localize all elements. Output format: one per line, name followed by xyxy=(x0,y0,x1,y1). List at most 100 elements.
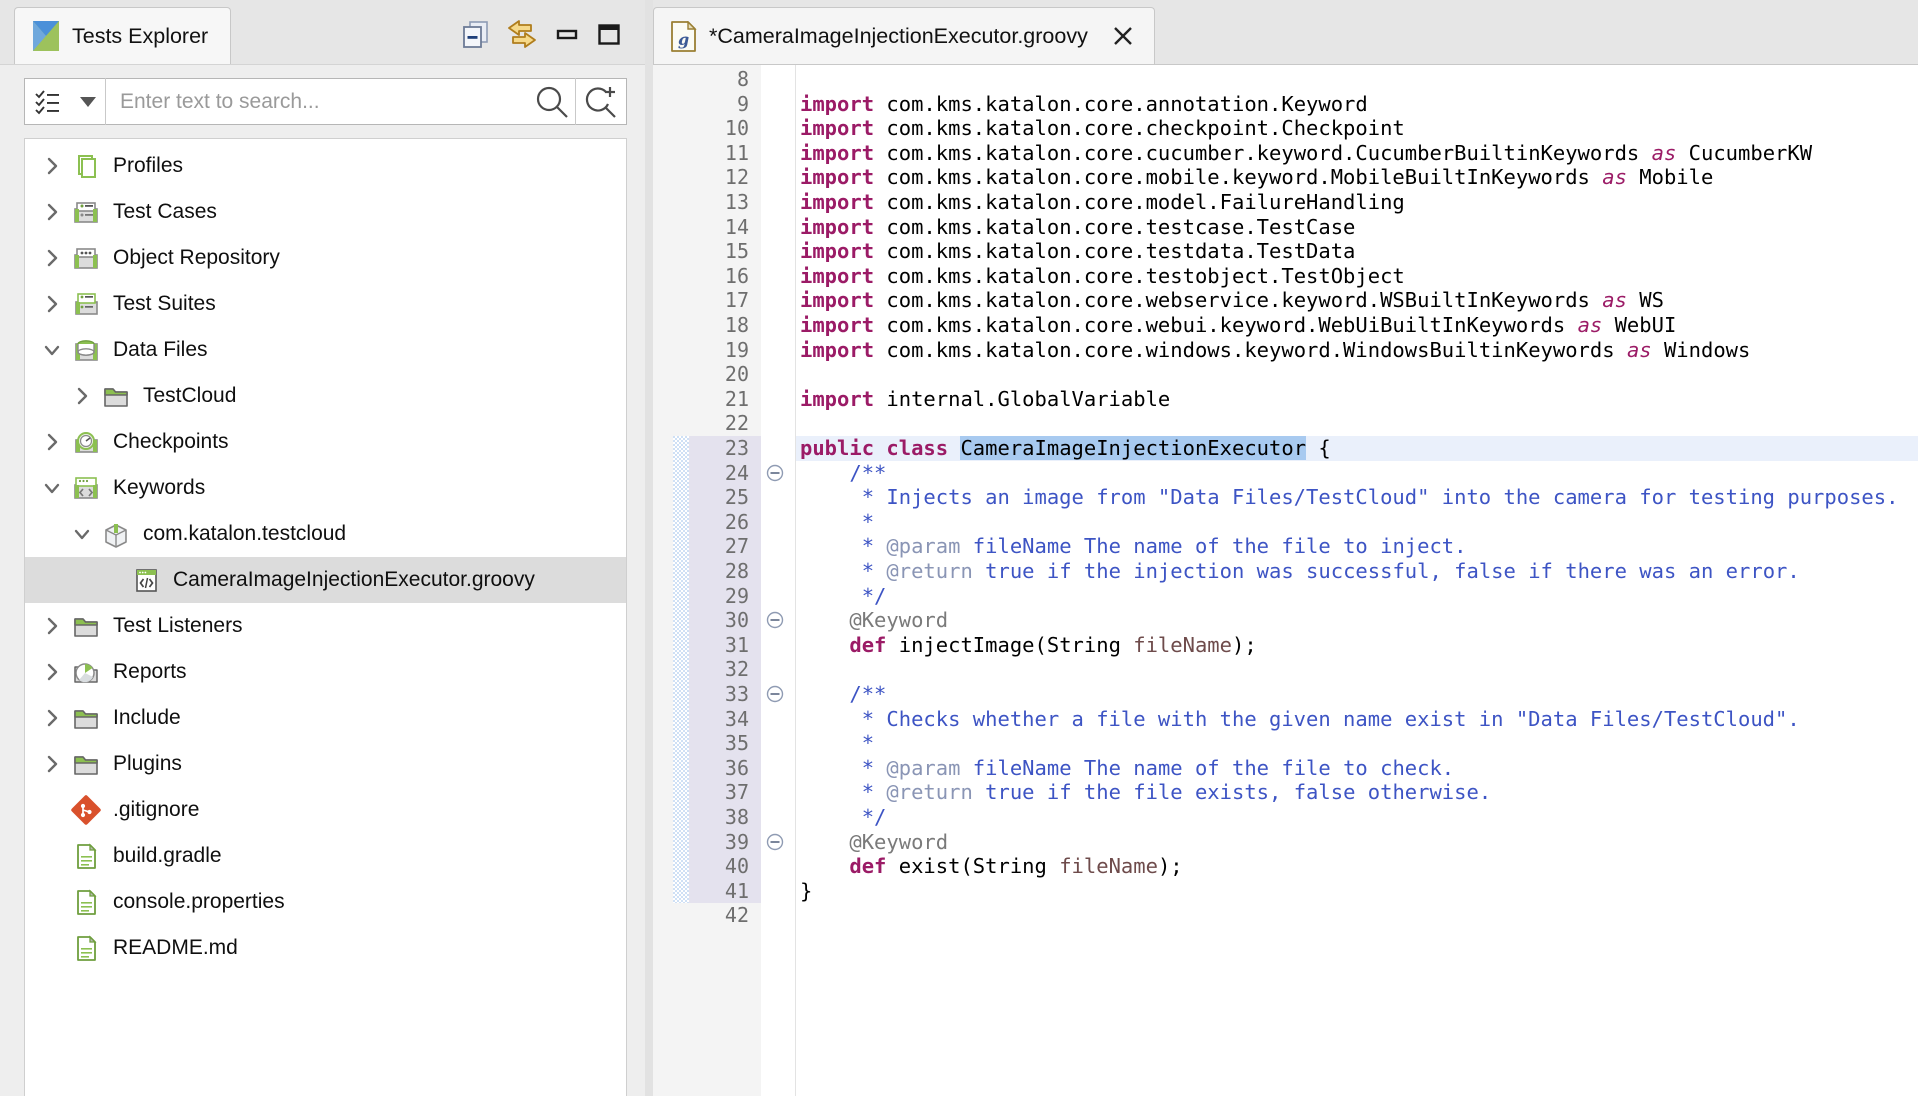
tree-item-data-files[interactable]: Data Files xyxy=(25,327,626,373)
chevron-down-icon[interactable] xyxy=(35,339,69,361)
code-line[interactable]: /** xyxy=(796,461,886,486)
chevron-down-icon[interactable] xyxy=(65,523,99,545)
code-line[interactable]: /** xyxy=(796,682,886,707)
caret-down-icon[interactable] xyxy=(71,96,105,107)
code-line[interactable] xyxy=(796,657,800,682)
fold-collapse-icon[interactable] xyxy=(765,608,785,633)
explorer-toolbar xyxy=(461,18,645,64)
chevron-right-icon[interactable] xyxy=(35,431,69,453)
code-line[interactable] xyxy=(796,411,800,436)
tree-item-console-properties[interactable]: console.properties xyxy=(25,879,626,925)
minimize-icon[interactable] xyxy=(553,20,581,48)
code-line[interactable]: */ xyxy=(796,805,887,830)
tree-item-cameraimageinjectionexecutor-groovy[interactable]: CameraImageInjectionExecutor.groovy xyxy=(25,557,626,603)
code-line[interactable]: def exist(String fileName); xyxy=(796,854,1182,879)
chevron-right-icon[interactable] xyxy=(35,615,69,637)
file-icon xyxy=(69,933,103,963)
tab-tests-explorer[interactable]: Tests Explorer xyxy=(14,7,232,64)
chevron-right-icon[interactable] xyxy=(35,707,69,729)
code-token: { xyxy=(1306,436,1331,460)
code-line[interactable]: * Checks whether a file with the given n… xyxy=(796,707,1800,732)
tree-item-readme-md[interactable]: README.md xyxy=(25,925,626,971)
code-line[interactable]: * Injects an image from "Data Files/Test… xyxy=(796,485,1899,510)
tree-item-test-cases[interactable]: Test Cases xyxy=(25,189,626,235)
code-line[interactable]: import com.kms.katalon.core.testdata.Tes… xyxy=(796,239,1355,264)
code-line[interactable]: */ xyxy=(796,584,887,609)
tree-item-com-katalon-testcloud[interactable]: com.katalon.testcloud xyxy=(25,511,626,557)
code-line[interactable]: @Keyword xyxy=(796,608,948,633)
search-input[interactable]: Enter text to search... xyxy=(106,90,529,114)
line-number: 28 xyxy=(724,559,749,583)
tree-item-keywords[interactable]: Keywords xyxy=(25,465,626,511)
code-line[interactable]: * @return true if the file exists, false… xyxy=(796,780,1491,805)
tree-item-build-gradle[interactable]: build.gradle xyxy=(25,833,626,879)
code-line[interactable]: * @return true if the injection was succ… xyxy=(796,559,1800,584)
tree-item-include[interactable]: Include xyxy=(25,695,626,741)
code-line[interactable]: * @param fileName The name of the file t… xyxy=(796,534,1467,559)
tree-item-testcloud[interactable]: TestCloud xyxy=(25,373,626,419)
tree-item-object-repository[interactable]: Object Repository xyxy=(25,235,626,281)
code-line[interactable]: import com.kms.katalon.core.webui.keywor… xyxy=(796,313,1676,338)
code-line[interactable]: } xyxy=(796,879,812,904)
code-line[interactable]: public class CameraImageInjectionExecuto… xyxy=(796,436,1331,461)
code-line[interactable]: def injectImage(String fileName); xyxy=(796,633,1256,658)
chevron-right-icon[interactable] xyxy=(35,293,69,315)
code-token: com.kms.katalon.core.cucumber.keyword.Cu… xyxy=(874,140,1652,165)
code-editor[interactable]: 8 9 10 11 12 13 14 15 16 17 18 19 20 21 22 23 24 25 26 27 28… xyxy=(653,64,1918,1096)
chevron-right-icon[interactable] xyxy=(35,155,69,177)
tree-item-test-suites[interactable]: Test Suites xyxy=(25,281,626,327)
tree-item-gitignore[interactable]: .gitignore xyxy=(25,787,626,833)
tree-item-label: .gitignore xyxy=(113,798,200,821)
folder-icon xyxy=(69,749,103,779)
code-line[interactable]: import com.kms.katalon.core.testobject.T… xyxy=(796,264,1405,289)
chevron-right-icon[interactable] xyxy=(35,247,69,269)
code-line[interactable]: import internal.GlobalVariable xyxy=(796,387,1170,412)
chevron-right-icon[interactable] xyxy=(65,385,99,407)
tree-item-checkpoints[interactable]: Checkpoints xyxy=(25,419,626,465)
line-number: 42 xyxy=(724,903,749,928)
explorer-tree[interactable]: Profiles Test Cases Object Repository Test … xyxy=(24,138,627,1096)
fold-collapse-icon[interactable] xyxy=(765,461,785,486)
tree-item-test-listeners[interactable]: Test Listeners xyxy=(25,603,626,649)
code-line[interactable]: import com.kms.katalon.core.webservice.k… xyxy=(796,288,1664,313)
code-line[interactable] xyxy=(796,903,800,928)
code-line[interactable]: import com.kms.katalon.core.cucumber.key… xyxy=(796,141,1812,166)
chevron-right-icon[interactable] xyxy=(35,201,69,223)
search-icon[interactable] xyxy=(529,82,575,122)
code-line[interactable]: import com.kms.katalon.core.mobile.keywo… xyxy=(796,165,1713,190)
chevron-down-icon[interactable] xyxy=(35,477,69,499)
code-line[interactable]: * xyxy=(796,510,874,535)
code-line[interactable]: * xyxy=(796,731,874,756)
code-line[interactable]: @Keyword xyxy=(796,830,948,855)
code-line[interactable]: * @param fileName The name of the file t… xyxy=(796,756,1454,781)
folding-ruler[interactable] xyxy=(761,65,795,1096)
code-line[interactable] xyxy=(796,362,800,387)
tab-groovy-file[interactable]: g *CameraImageInjectionExecutor.groovy xyxy=(653,7,1155,64)
panel-splitter[interactable] xyxy=(645,0,653,1096)
tree-item-reports[interactable]: Reports xyxy=(25,649,626,695)
close-icon[interactable] xyxy=(1106,19,1140,53)
code-line[interactable]: import com.kms.katalon.core.checkpoint.C… xyxy=(796,116,1405,141)
annotation-ruler[interactable] xyxy=(653,65,673,1096)
maximize-icon[interactable] xyxy=(595,20,623,48)
profiles-icon xyxy=(69,151,103,181)
fold-collapse-icon[interactable] xyxy=(765,682,785,707)
code-text-area[interactable]: import com.kms.katalon.core.annotation.K… xyxy=(796,65,1918,1096)
link-with-editor-icon[interactable] xyxy=(505,18,539,50)
tree-item-profiles[interactable]: Profiles xyxy=(25,143,626,189)
code-line[interactable]: import com.kms.katalon.core.annotation.K… xyxy=(796,92,1368,117)
code-token: com.kms.katalon.core.testobject.TestObje… xyxy=(874,263,1405,288)
code-line[interactable] xyxy=(796,67,800,92)
code-line[interactable]: import com.kms.katalon.core.testcase.Tes… xyxy=(796,215,1355,240)
code-token: internal.GlobalVariable xyxy=(874,386,1171,411)
fold-collapse-icon[interactable] xyxy=(765,830,785,855)
tree-item-plugins[interactable]: Plugins xyxy=(25,741,626,787)
chevron-right-icon[interactable] xyxy=(35,753,69,775)
code-line[interactable]: import com.kms.katalon.core.model.Failur… xyxy=(796,190,1405,215)
chevron-right-icon[interactable] xyxy=(35,661,69,683)
collapse-all-icon[interactable] xyxy=(461,19,491,49)
search-plus-icon[interactable] xyxy=(576,82,626,122)
line-number: 34 xyxy=(724,706,749,731)
code-line[interactable]: import com.kms.katalon.core.windows.keyw… xyxy=(796,338,1750,363)
checklist-icon[interactable] xyxy=(25,89,71,115)
